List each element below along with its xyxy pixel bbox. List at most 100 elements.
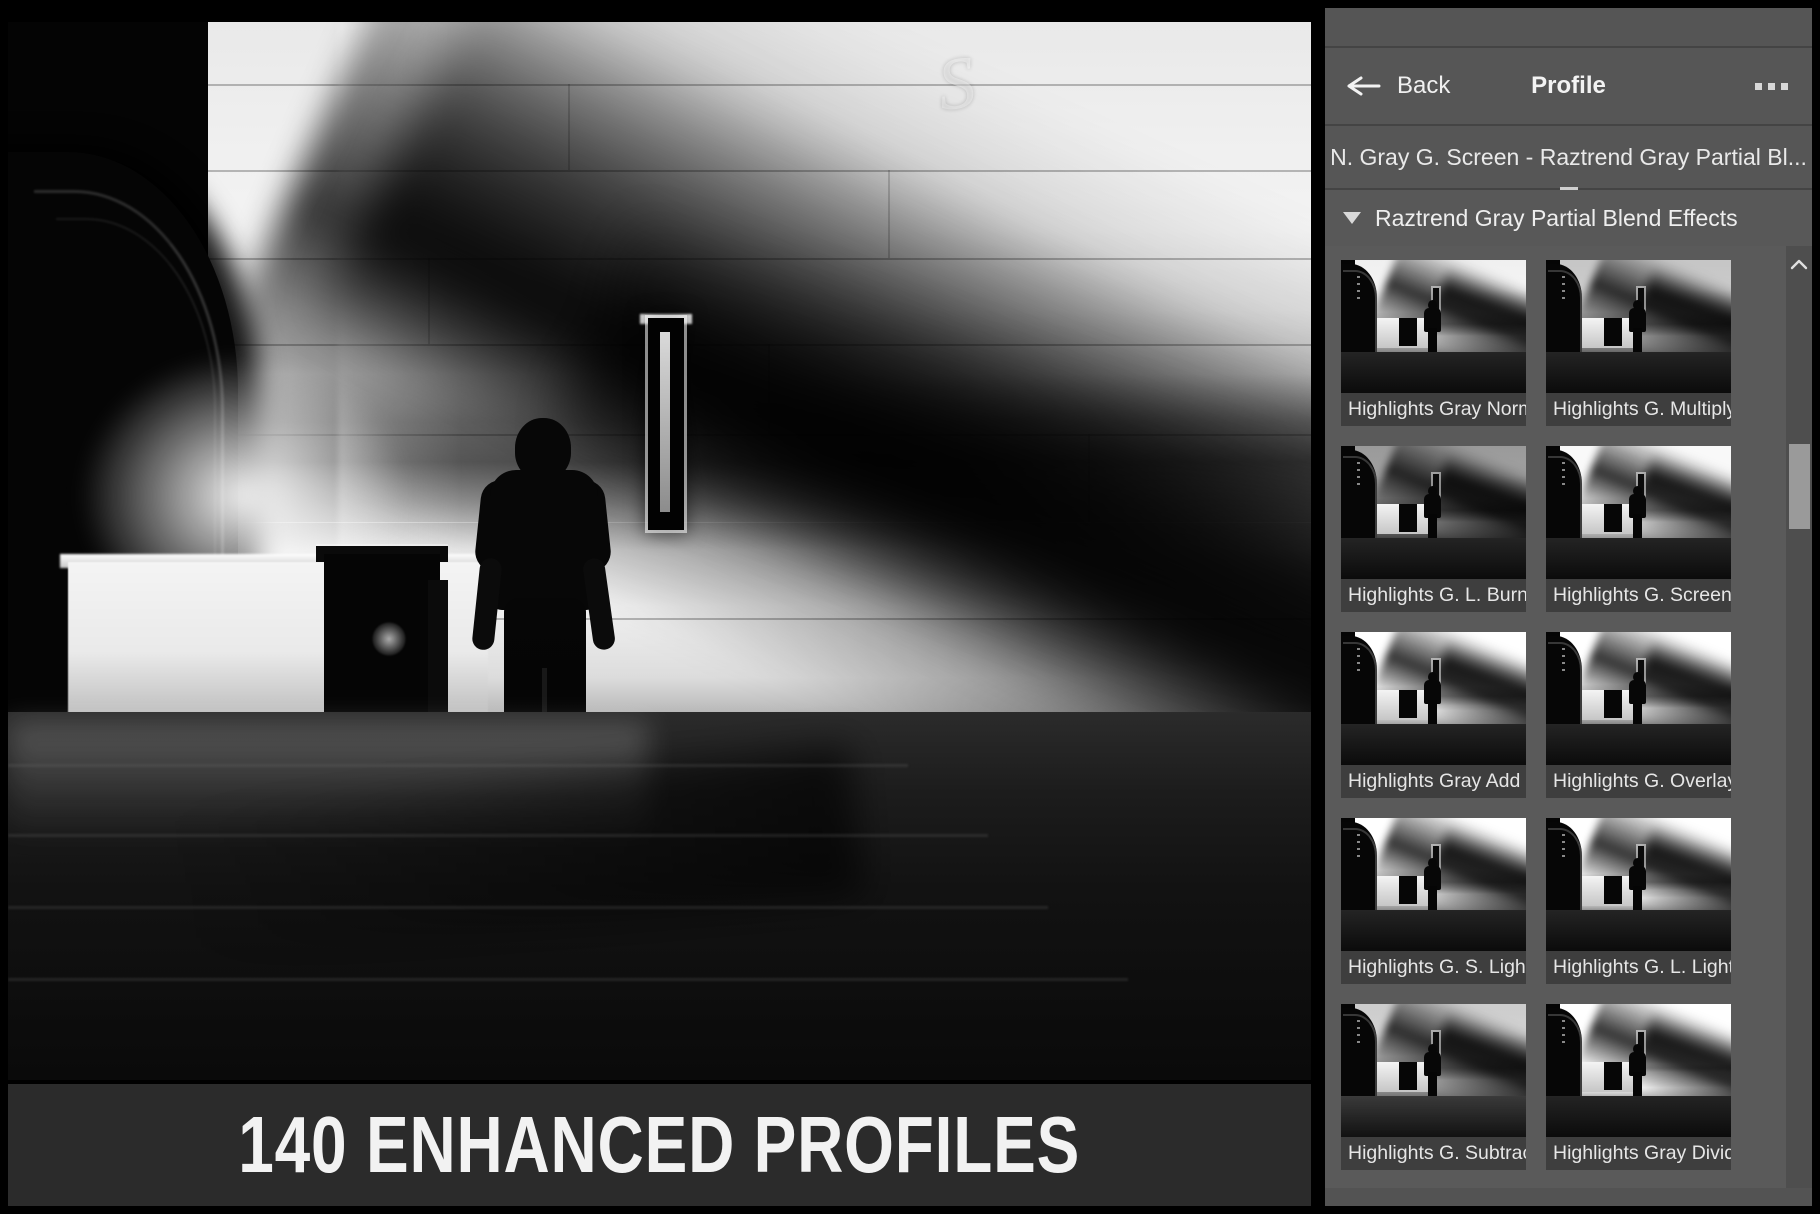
- profile-thumbnail-preview: [1341, 818, 1526, 951]
- preview-arch-rim: [1343, 1014, 1377, 1104]
- profile-group-header[interactable]: Raztrend Gray Partial Blend Effects: [1325, 190, 1812, 246]
- preview-arch-dots: [1562, 1020, 1565, 1048]
- ellipsis-dot: [1755, 82, 1762, 90]
- main-photograph[interactable]: S: [8, 22, 1311, 1080]
- preview-arch-dots: [1562, 834, 1565, 862]
- man-torso: [490, 470, 598, 610]
- profile-thumbnail-label: Highlights G. Overlay: [1546, 765, 1731, 798]
- preview-arch-rim: [1343, 828, 1377, 918]
- preview-arch-dots: [1357, 834, 1360, 862]
- profile-thumbnail-label: Highlights Gray Divide: [1546, 1137, 1731, 1170]
- preview-bin: [1604, 690, 1622, 718]
- preview-floor: [1341, 352, 1526, 393]
- profile-thumbnail[interactable]: Highlights Gray Add: [1341, 632, 1526, 798]
- profile-thumbnail[interactable]: Highlights G. Multiply: [1546, 260, 1731, 426]
- panel-bottom-strip: [1325, 1188, 1812, 1198]
- preview-man: [1628, 858, 1646, 916]
- current-profile-label: N. Gray G. Screen - Raztrend Gray Partia…: [1330, 143, 1807, 170]
- preview-man: [1423, 1044, 1441, 1102]
- preview-bin: [1399, 504, 1417, 532]
- profile-panel: Back Profile N. Gray G. Screen - Raztren…: [1325, 8, 1812, 1206]
- profile-group-label: Raztrend Gray Partial Blend Effects: [1375, 204, 1738, 231]
- preview-floor: [1546, 538, 1731, 579]
- profile-thumbnail[interactable]: Highlights G. S. Light: [1341, 818, 1526, 984]
- ellipsis-dot: [1781, 82, 1788, 90]
- profile-grid-wrapper: Highlights Gray Normal Highlights G. Mult…: [1325, 246, 1812, 1188]
- caption-banner: 140 ENHANCED PROFILES: [8, 1084, 1311, 1206]
- preview-arch-dots: [1357, 1020, 1360, 1048]
- preview-arch-rim: [1548, 828, 1582, 918]
- stair-edge: [8, 906, 1048, 909]
- preview-arch-rim: [1548, 270, 1582, 360]
- profile-thumbnail[interactable]: Highlights G. Subtract: [1341, 1004, 1526, 1170]
- preview-floor: [1546, 910, 1731, 951]
- preview-arch-rim: [1548, 456, 1582, 546]
- profile-thumbnail[interactable]: Highlights G. Screen: [1546, 446, 1731, 612]
- profile-thumbnail-preview: [1341, 1004, 1526, 1137]
- scrollbar-thumb[interactable]: [1789, 443, 1810, 529]
- preview-arch-rim: [1343, 270, 1377, 360]
- profile-thumbnail[interactable]: Highlights G. Overlay: [1546, 632, 1731, 798]
- preview-floor: [1546, 1096, 1731, 1137]
- preview-man: [1628, 1044, 1646, 1102]
- profile-thumbnail[interactable]: Highlights Gray Normal: [1341, 260, 1526, 426]
- preview-arch-rim: [1343, 456, 1377, 546]
- preview-arch-dots: [1562, 462, 1565, 490]
- man-arm-left: [471, 557, 503, 651]
- preview-floor: [1341, 538, 1526, 579]
- profile-thumbnail-preview: [1546, 632, 1731, 765]
- preview-man: [1423, 300, 1441, 358]
- profile-thumbnail-label: Highlights G. Multiply: [1546, 393, 1731, 426]
- preview-arch-dots: [1562, 648, 1565, 676]
- current-profile-row[interactable]: N. Gray G. Screen - Raztrend Gray Partia…: [1325, 126, 1812, 192]
- preview-bin: [1399, 318, 1417, 346]
- profile-thumbnail-label: Highlights G. L. Burn: [1341, 579, 1526, 612]
- profile-thumbnail-preview: [1341, 632, 1526, 765]
- profile-thumbnail[interactable]: Highlights G. L. Burn: [1341, 446, 1526, 612]
- preview-man: [1628, 486, 1646, 544]
- panel-header: Back Profile: [1325, 48, 1812, 124]
- profile-thumbnail-label: Highlights G. Subtract: [1341, 1137, 1526, 1170]
- ellipsis-dot: [1768, 82, 1775, 90]
- preview-arch-dots: [1357, 648, 1360, 676]
- preview-bin: [1604, 318, 1622, 346]
- preview-arch-rim: [1548, 1014, 1582, 1104]
- caption-banner-text: 140 ENHANCED PROFILES: [238, 1100, 1081, 1189]
- profile-thumbnail-label: Highlights Gray Normal: [1341, 393, 1526, 426]
- chevron-up-icon[interactable]: [1786, 252, 1812, 276]
- preview-man: [1423, 486, 1441, 544]
- app-screenshot: S: [0, 0, 1820, 1214]
- preview-arch-rim: [1548, 642, 1582, 732]
- profile-thumbnail-label: Highlights G. Screen: [1546, 579, 1731, 612]
- stair-edge: [8, 834, 988, 837]
- profile-thumbnail-label: Highlights G. L. Light: [1546, 951, 1731, 984]
- ellipsis-icon[interactable]: [1755, 82, 1788, 90]
- preview-man: [1628, 672, 1646, 730]
- profile-thumbnail-preview: [1341, 446, 1526, 579]
- trash-bin-side: [428, 580, 448, 720]
- profile-thumbnail-preview: [1546, 446, 1731, 579]
- profile-scrollbar[interactable]: [1786, 246, 1812, 1188]
- profile-thumbnail-preview: [1546, 818, 1731, 951]
- window-reveal: [660, 332, 670, 512]
- profile-thumbnail-label: Highlights G. S. Light: [1341, 951, 1526, 984]
- stair-edge: [8, 764, 908, 767]
- profile-thumbnail[interactable]: Highlights Gray Divide: [1546, 1004, 1731, 1170]
- profile-thumbnail-preview: [1546, 1004, 1731, 1137]
- preview-floor: [1341, 910, 1526, 951]
- preview-arch-dots: [1357, 462, 1360, 490]
- stair-edge: [8, 978, 1128, 981]
- preview-bin: [1604, 1062, 1622, 1090]
- profile-thumbnail-label: Highlights Gray Add: [1341, 765, 1526, 798]
- panel-title: Profile: [1531, 72, 1606, 99]
- caret-down-icon[interactable]: [1343, 212, 1361, 224]
- profile-thumbnail-preview: [1546, 260, 1731, 393]
- preview-bin: [1604, 504, 1622, 532]
- profile-thumbnail[interactable]: Highlights G. L. Light: [1546, 818, 1731, 984]
- preview-arch-rim: [1343, 642, 1377, 732]
- preview-arch-dots: [1562, 276, 1565, 304]
- preview-bin: [1399, 690, 1417, 718]
- preview-bin: [1399, 876, 1417, 904]
- panel-top-strip: [1325, 8, 1812, 46]
- profile-grid: Highlights Gray Normal Highlights G. Mult…: [1325, 246, 1812, 1170]
